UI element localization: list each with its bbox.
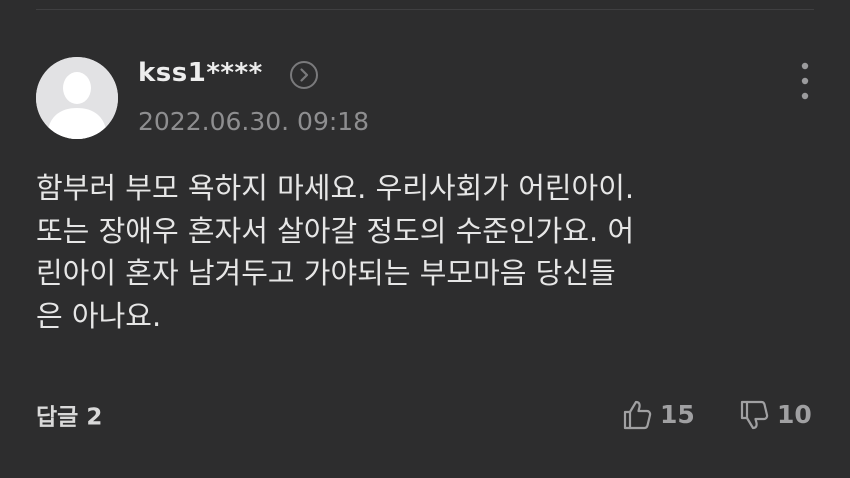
reply-label: 답글	[36, 404, 79, 431]
username[interactable]: kss1****	[138, 56, 263, 90]
thumbs-down-icon	[740, 400, 769, 430]
like-count: 15	[660, 400, 695, 429]
top-divider	[36, 9, 814, 10]
thumbs-up-icon	[623, 400, 652, 430]
chevron-right-circle-icon	[290, 61, 318, 89]
comment-line: 은 아나요.	[36, 298, 162, 333]
comment-timestamp: 2022.06.30. 09:18	[138, 107, 370, 136]
more-options-button[interactable]	[790, 60, 820, 102]
profile-link-button[interactable]	[289, 60, 319, 90]
like-button[interactable]: 15	[620, 397, 695, 433]
reply-count: 2	[86, 404, 103, 431]
avatar[interactable]	[36, 57, 118, 139]
comment-body: 함부러 부모 욕하지 마세요. 우리사회가 어린아이. 또는 장애우 혼자서 살…	[36, 167, 826, 337]
reply-button[interactable]: 답글 2	[36, 400, 102, 434]
comment-line: 린아이 혼자 남겨두고 가야되는 부모마음 당신들	[36, 256, 616, 290]
comment-line: 또는 장애우 혼자서 살아갈 정도의 수준인가요. 어	[36, 213, 635, 248]
more-vertical-icon	[801, 62, 809, 100]
default-user-avatar-icon	[36, 57, 118, 139]
comment-line: 함부러 부모 욕하지 마세요. 우리사회가 어린아이.	[36, 171, 635, 205]
dislike-button[interactable]: 10	[737, 397, 812, 433]
dislike-count: 10	[777, 400, 812, 429]
